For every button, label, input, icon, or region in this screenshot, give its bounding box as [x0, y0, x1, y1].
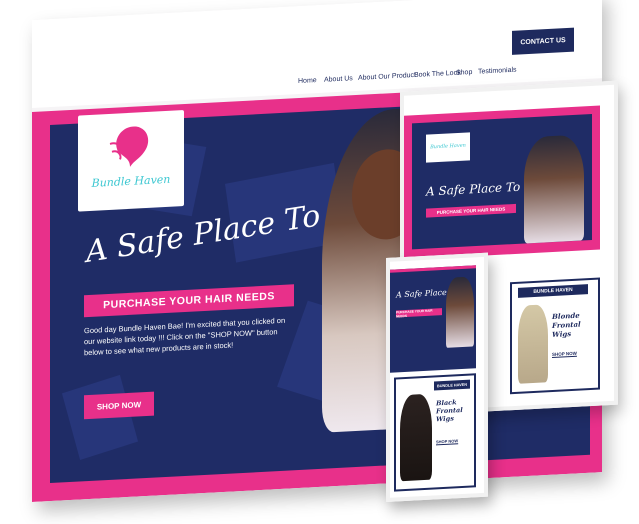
- tablet-hero: Bundle Haven A Safe Place To PURCHASE YO…: [404, 105, 600, 260]
- phone-hero-badge: PURCHASE YOUR HAIR NEEDS: [396, 308, 442, 318]
- tablet-model-photo: [524, 134, 584, 244]
- logo-silhouette-icon: [109, 126, 149, 167]
- nav-testimonials[interactable]: Testimonials: [478, 67, 517, 76]
- site-logo[interactable]: Bundle Haven: [78, 110, 184, 212]
- phone-card-title: Black Frontal Wigs: [436, 398, 463, 424]
- phone-mockup: A Safe Place To PURCHASE YOUR HAIR NEEDS…: [386, 252, 488, 502]
- tablet-logo[interactable]: Bundle Haven: [426, 132, 470, 163]
- nav-book-the-look[interactable]: Book The Look: [414, 70, 461, 79]
- phone-hero: A Safe Place To PURCHASE YOUR HAIR NEEDS: [390, 265, 476, 373]
- phone-card-label: BUNDLE HAVEN: [434, 379, 470, 391]
- nav-about-product[interactable]: About Our Product: [358, 72, 416, 82]
- nav-shop[interactable]: Shop: [456, 69, 472, 77]
- tablet-logo-text: Bundle Haven: [430, 142, 466, 151]
- tablet-shop-now-link[interactable]: SHOP NOW: [552, 351, 577, 357]
- tablet-hero-badge: PURCHASE YOUR HAIR NEEDS: [426, 203, 516, 218]
- nav-about-us[interactable]: About Us: [324, 75, 353, 84]
- shop-now-button[interactable]: SHOP NOW: [84, 391, 154, 420]
- logo-text: Bundle Haven: [91, 172, 171, 190]
- black-wig-image: [400, 393, 432, 482]
- tablet-card-title: Blonde Frontal Wigs: [552, 310, 581, 340]
- tablet-card-label: BUNDLE HAVEN: [518, 284, 588, 298]
- phone-product-card[interactable]: BUNDLE HAVEN Black Frontal Wigs SHOP NOW: [394, 373, 476, 492]
- phone-shop-now-link[interactable]: SHOP NOW: [436, 438, 458, 444]
- phone-model-photo: [446, 276, 474, 348]
- tablet-product-card[interactable]: BUNDLE HAVEN Blonde Frontal Wigs SHOP NO…: [510, 277, 600, 395]
- contact-us-button[interactable]: CONTACT US: [512, 27, 574, 55]
- nav-home[interactable]: Home: [298, 77, 317, 85]
- blonde-wig-image: [518, 304, 548, 384]
- tablet-hero-title: A Safe Place To: [426, 179, 521, 199]
- tablet-hero-panel: Bundle Haven A Safe Place To PURCHASE YO…: [412, 113, 592, 250]
